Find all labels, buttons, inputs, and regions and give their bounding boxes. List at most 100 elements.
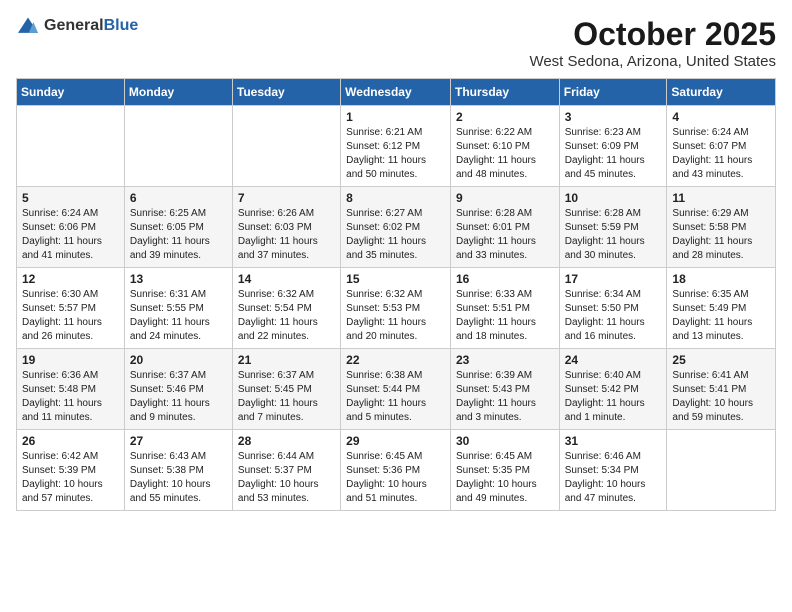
- day-info: Sunrise: 6:42 AM Sunset: 5:39 PM Dayligh…: [22, 450, 119, 506]
- day-number: 13: [130, 272, 227, 286]
- calendar-header-wednesday: Wednesday: [341, 79, 451, 106]
- day-number: 2: [456, 110, 554, 124]
- logo: GeneralBlue: [16, 16, 138, 36]
- calendar-cell: 3 Sunrise: 6:23 AM Sunset: 6:09 PM Daylig…: [559, 106, 667, 187]
- day-info: Sunrise: 6:24 AM Sunset: 6:07 PM Dayligh…: [672, 126, 770, 182]
- calendar-header-row: SundayMondayTuesdayWednesdayThursdayFrid…: [17, 79, 776, 106]
- calendar-week-4: 19 Sunrise: 6:36 AM Sunset: 5:48 PM Dayli…: [17, 349, 776, 430]
- day-number: 10: [565, 191, 662, 205]
- calendar-week-3: 12Sunrise: 6:30 AM Sunset: 5:57 PM Dayli…: [17, 268, 776, 349]
- day-info: Sunrise: 6:38 AM Sunset: 5:44 PM Dayligh…: [346, 369, 445, 425]
- calendar-cell: 2 Sunrise: 6:22 AM Sunset: 6:10 PM Daylig…: [450, 106, 559, 187]
- day-number: 31: [565, 434, 662, 448]
- calendar-cell: 18Sunrise: 6:35 AM Sunset: 5:49 PM Dayli…: [667, 268, 776, 349]
- logo-general: General: [44, 17, 104, 34]
- day-info: Sunrise: 6:30 AM Sunset: 5:57 PM Dayligh…: [22, 288, 119, 344]
- day-info: Sunrise: 6:29 AM Sunset: 5:58 PM Dayligh…: [672, 207, 770, 263]
- calendar-cell: 7Sunrise: 6:26 AM Sunset: 6:03 PM Daylig…: [232, 187, 340, 268]
- calendar-header-tuesday: Tuesday: [232, 79, 340, 106]
- day-number: 30: [456, 434, 554, 448]
- calendar-week-2: 5 Sunrise: 6:24 AM Sunset: 6:06 PM Daylig…: [17, 187, 776, 268]
- day-number: 26: [22, 434, 119, 448]
- day-number: 24: [565, 353, 662, 367]
- day-info: Sunrise: 6:26 AM Sunset: 6:03 PM Dayligh…: [238, 207, 335, 263]
- calendar-cell: 21 Sunrise: 6:37 AM Sunset: 5:45 PM Dayli…: [232, 349, 340, 430]
- calendar-cell: [124, 106, 232, 187]
- calendar-cell: 5 Sunrise: 6:24 AM Sunset: 6:06 PM Daylig…: [17, 187, 125, 268]
- day-info: Sunrise: 6:31 AM Sunset: 5:55 PM Dayligh…: [130, 288, 227, 344]
- day-number: 4: [672, 110, 770, 124]
- day-number: 6: [130, 191, 227, 205]
- calendar-cell: 11 Sunrise: 6:29 AM Sunset: 5:58 PM Dayli…: [667, 187, 776, 268]
- day-info: Sunrise: 6:28 AM Sunset: 6:01 PM Dayligh…: [456, 207, 554, 263]
- calendar-header-saturday: Saturday: [667, 79, 776, 106]
- calendar-cell: 31 Sunrise: 6:46 AM Sunset: 5:34 PM Dayli…: [559, 430, 667, 511]
- day-info: Sunrise: 6:39 AM Sunset: 5:43 PM Dayligh…: [456, 369, 554, 425]
- day-info: Sunrise: 6:28 AM Sunset: 5:59 PM Dayligh…: [565, 207, 662, 263]
- day-info: Sunrise: 6:41 AM Sunset: 5:41 PM Dayligh…: [672, 369, 770, 425]
- calendar-cell: 30 Sunrise: 6:45 AM Sunset: 5:35 PM Dayli…: [450, 430, 559, 511]
- calendar-cell: 19 Sunrise: 6:36 AM Sunset: 5:48 PM Dayli…: [17, 349, 125, 430]
- calendar-cell: 9 Sunrise: 6:28 AM Sunset: 6:01 PM Daylig…: [450, 187, 559, 268]
- month-title: October 2025: [529, 16, 776, 53]
- day-number: 21: [238, 353, 335, 367]
- day-info: Sunrise: 6:25 AM Sunset: 6:05 PM Dayligh…: [130, 207, 227, 263]
- calendar-cell: 8 Sunrise: 6:27 AM Sunset: 6:02 PM Daylig…: [341, 187, 451, 268]
- title-area: October 2025 West Sedona, Arizona, Unite…: [529, 16, 776, 70]
- day-number: 20: [130, 353, 227, 367]
- calendar-cell: 4 Sunrise: 6:24 AM Sunset: 6:07 PM Daylig…: [667, 106, 776, 187]
- day-number: 5: [22, 191, 119, 205]
- day-info: Sunrise: 6:37 AM Sunset: 5:45 PM Dayligh…: [238, 369, 335, 425]
- calendar-cell: 1 Sunrise: 6:21 AM Sunset: 6:12 PM Daylig…: [341, 106, 451, 187]
- day-info: Sunrise: 6:21 AM Sunset: 6:12 PM Dayligh…: [346, 126, 445, 182]
- day-number: 8: [346, 191, 445, 205]
- day-number: 3: [565, 110, 662, 124]
- calendar-cell: 10 Sunrise: 6:28 AM Sunset: 5:59 PM Dayli…: [559, 187, 667, 268]
- calendar-cell: 6 Sunrise: 6:25 AM Sunset: 6:05 PM Daylig…: [124, 187, 232, 268]
- calendar-cell: 15Sunrise: 6:32 AM Sunset: 5:53 PM Dayli…: [341, 268, 451, 349]
- day-number: 22: [346, 353, 445, 367]
- calendar-week-1: 1 Sunrise: 6:21 AM Sunset: 6:12 PM Daylig…: [17, 106, 776, 187]
- calendar-cell: 26 Sunrise: 6:42 AM Sunset: 5:39 PM Dayli…: [17, 430, 125, 511]
- day-number: 19: [22, 353, 119, 367]
- calendar-cell: [17, 106, 125, 187]
- calendar-cell: 22 Sunrise: 6:38 AM Sunset: 5:44 PM Dayli…: [341, 349, 451, 430]
- logo-blue: Blue: [104, 17, 139, 34]
- day-info: Sunrise: 6:44 AM Sunset: 5:37 PM Dayligh…: [238, 450, 335, 506]
- day-info: Sunrise: 6:46 AM Sunset: 5:34 PM Dayligh…: [565, 450, 662, 506]
- calendar-header-friday: Friday: [559, 79, 667, 106]
- day-info: Sunrise: 6:45 AM Sunset: 5:36 PM Dayligh…: [346, 450, 445, 506]
- day-info: Sunrise: 6:43 AM Sunset: 5:38 PM Dayligh…: [130, 450, 227, 506]
- day-number: 1: [346, 110, 445, 124]
- calendar: SundayMondayTuesdayWednesdayThursdayFrid…: [16, 78, 776, 511]
- day-info: Sunrise: 6:45 AM Sunset: 5:35 PM Dayligh…: [456, 450, 554, 506]
- calendar-header-monday: Monday: [124, 79, 232, 106]
- calendar-cell: 28 Sunrise: 6:44 AM Sunset: 5:37 PM Dayli…: [232, 430, 340, 511]
- day-info: Sunrise: 6:32 AM Sunset: 5:54 PM Dayligh…: [238, 288, 335, 344]
- calendar-header-thursday: Thursday: [450, 79, 559, 106]
- day-info: Sunrise: 6:22 AM Sunset: 6:10 PM Dayligh…: [456, 126, 554, 182]
- day-info: Sunrise: 6:33 AM Sunset: 5:51 PM Dayligh…: [456, 288, 554, 344]
- day-info: Sunrise: 6:40 AM Sunset: 5:42 PM Dayligh…: [565, 369, 662, 425]
- page-header: GeneralBlue October 2025 West Sedona, Ar…: [16, 16, 776, 70]
- day-number: 18: [672, 272, 770, 286]
- day-number: 15: [346, 272, 445, 286]
- calendar-cell: 17 Sunrise: 6:34 AM Sunset: 5:50 PM Dayli…: [559, 268, 667, 349]
- day-number: 28: [238, 434, 335, 448]
- day-info: Sunrise: 6:23 AM Sunset: 6:09 PM Dayligh…: [565, 126, 662, 182]
- day-number: 11: [672, 191, 770, 205]
- calendar-week-5: 26 Sunrise: 6:42 AM Sunset: 5:39 PM Dayli…: [17, 430, 776, 511]
- calendar-cell: 24 Sunrise: 6:40 AM Sunset: 5:42 PM Dayli…: [559, 349, 667, 430]
- day-number: 17: [565, 272, 662, 286]
- day-info: Sunrise: 6:27 AM Sunset: 6:02 PM Dayligh…: [346, 207, 445, 263]
- day-info: Sunrise: 6:36 AM Sunset: 5:48 PM Dayligh…: [22, 369, 119, 425]
- calendar-cell: [232, 106, 340, 187]
- day-info: Sunrise: 6:34 AM Sunset: 5:50 PM Dayligh…: [565, 288, 662, 344]
- calendar-cell: 14 Sunrise: 6:32 AM Sunset: 5:54 PM Dayli…: [232, 268, 340, 349]
- day-info: Sunrise: 6:24 AM Sunset: 6:06 PM Dayligh…: [22, 207, 119, 263]
- day-number: 9: [456, 191, 554, 205]
- location-title: West Sedona, Arizona, United States: [529, 53, 776, 70]
- day-number: 23: [456, 353, 554, 367]
- calendar-cell: 25Sunrise: 6:41 AM Sunset: 5:41 PM Dayli…: [667, 349, 776, 430]
- day-number: 14: [238, 272, 335, 286]
